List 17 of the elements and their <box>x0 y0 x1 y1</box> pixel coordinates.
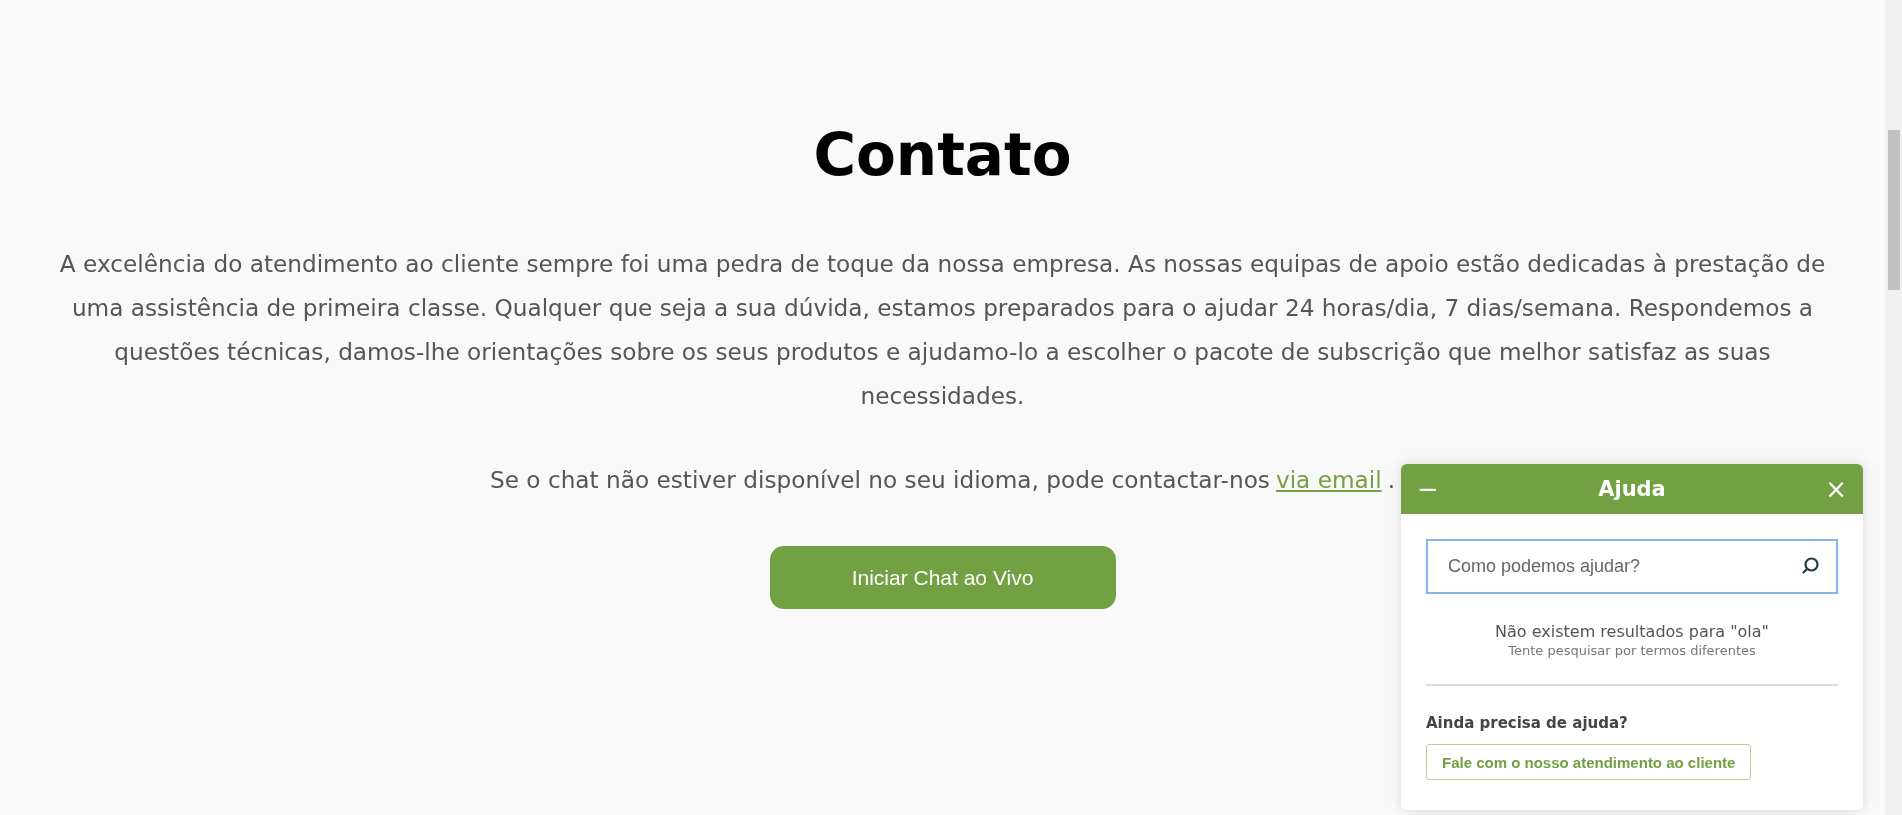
scrollbar-thumb[interactable] <box>1888 130 1900 290</box>
still-need-help-text: Ainda precisa de ajuda? <box>1426 714 1629 732</box>
search-hint: Tente pesquisar por termos diferentes <box>1507 643 1757 658</box>
intro-paragraph: A excelência do atendimento ao cliente sempre foi uma pedra de toque da nossa empresa. As nossas equipas de apoio estão dedicadas à prestação de uma assistência de primeira classe. Qualquer que seja a sua dúvida, estamos preparados para o ajudar 24 horas/dia, 7 dias/semana. Respondemos a questões técnicas, damos-lhe orientações sobre os seus produtos e ajudamo-lo a escolher o pacote de subscrição que melhor satisfaz as suas necessidades. <box>58 249 1827 411</box>
email-note-text: Se o chat não estiver disponível no seu idioma, pode contactar-nos <box>489 465 1270 495</box>
live-chat-button[interactable]: Iniciar Chat ao Vivo <box>769 546 1116 609</box>
page-title: Contato <box>813 126 1072 184</box>
contact-support-button[interactable]: Fale com o nosso atendimento ao cliente <box>1426 744 1752 780</box>
minimize-button[interactable]: − <box>1417 476 1439 502</box>
no-results-text: Não existem resultados para "ola" <box>1494 622 1770 641</box>
search-icon[interactable] <box>1800 556 1820 576</box>
close-button[interactable]: × <box>1825 476 1847 502</box>
period-text: . <box>1387 465 1395 495</box>
widget-title: Ajuda <box>1598 477 1666 501</box>
scrollbar[interactable] <box>1885 0 1902 815</box>
email-link[interactable]: via email <box>1275 458 1382 502</box>
search-field[interactable]: Como podemos ajudar? <box>1426 539 1838 594</box>
